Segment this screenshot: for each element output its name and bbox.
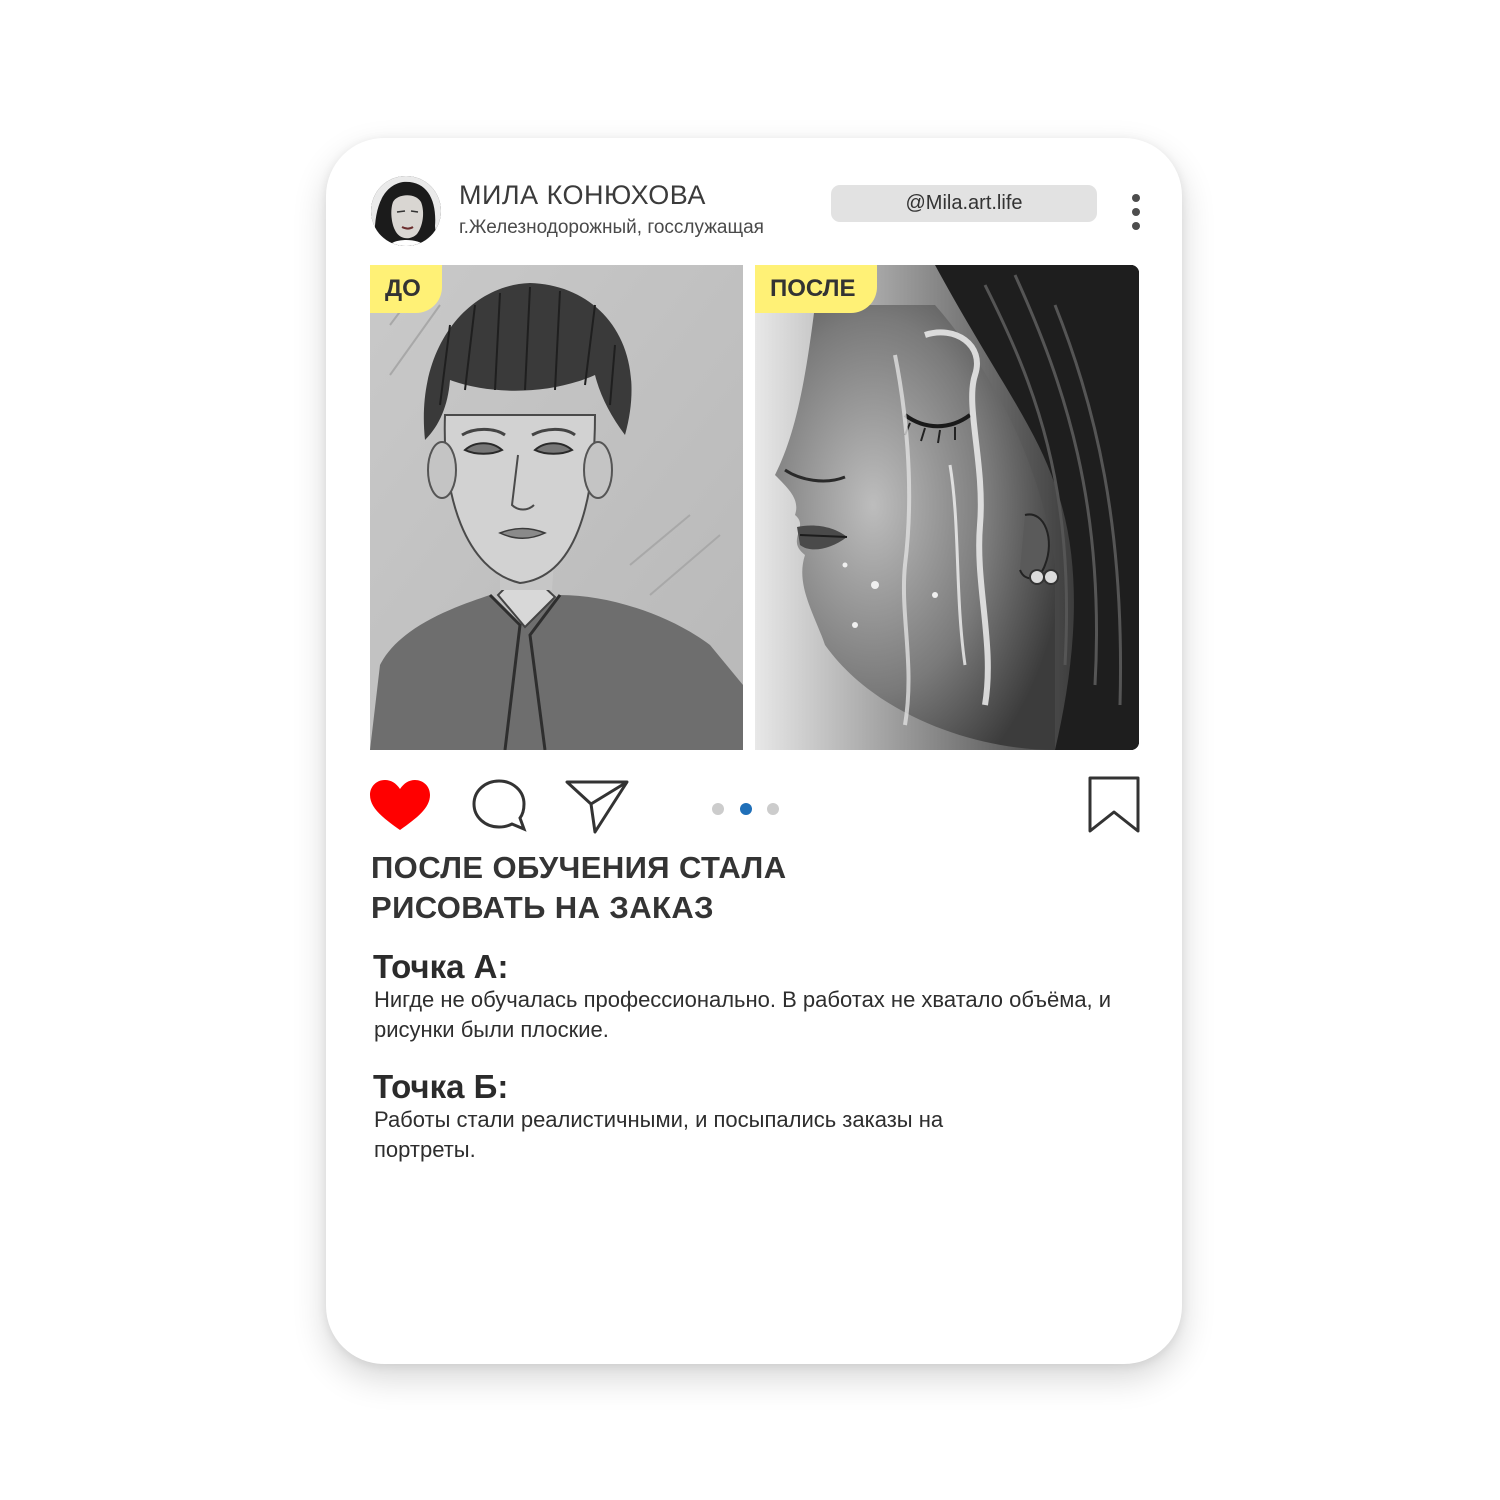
more-vertical-icon[interactable] xyxy=(1124,192,1148,232)
profile-subtitle: г.Железнодорожный, госслужащая xyxy=(459,217,764,238)
carousel-dot-1[interactable] xyxy=(712,803,724,815)
profile-handle-chip[interactable]: @Mila.art.life xyxy=(831,185,1097,222)
send-icon[interactable] xyxy=(565,778,629,834)
headline-line-1: ПОСЛЕ ОБУЧЕНИЯ СТАЛА xyxy=(371,850,787,885)
post-headline: ПОСЛЕ ОБУЧЕНИЯ СТАЛА РИСОВАТЬ НА ЗАКАЗ xyxy=(371,848,891,928)
avatar[interactable] xyxy=(371,176,441,246)
point-b-title: Точка Б: xyxy=(373,1068,509,1105)
profile-name[interactable]: МИЛА КОНЮХОВА xyxy=(459,180,706,211)
carousel-indicator xyxy=(712,802,784,816)
carousel-dot-2[interactable] xyxy=(740,803,752,815)
menu-dot xyxy=(1132,222,1140,230)
headline-line-2: РИСОВАТЬ НА ЗАКАЗ xyxy=(371,890,714,925)
point-a-title: Точка А: xyxy=(373,948,509,985)
before-label: ДО xyxy=(370,265,442,313)
after-portrait-image xyxy=(755,265,1139,750)
menu-dot xyxy=(1132,194,1140,202)
avatar-portrait xyxy=(371,176,441,246)
comment-icon[interactable] xyxy=(471,778,527,832)
before-sketch-image xyxy=(370,265,743,750)
menu-dot xyxy=(1132,208,1140,216)
bookmark-icon[interactable] xyxy=(1088,776,1140,834)
after-photo[interactable] xyxy=(755,265,1139,750)
before-photo[interactable] xyxy=(370,265,743,750)
point-b-text: Работы стали реалистичными, и посыпались… xyxy=(374,1107,944,1162)
point-a-text: Нигде не обучалась профессионально. В ра… xyxy=(374,987,1112,1042)
after-label: ПОСЛЕ xyxy=(755,265,877,313)
post-screen: МИЛА КОНЮХОВА г.Железнодорожный, госслуж… xyxy=(0,0,1500,1500)
carousel-dot-3[interactable] xyxy=(767,803,779,815)
heart-icon[interactable] xyxy=(369,780,431,832)
